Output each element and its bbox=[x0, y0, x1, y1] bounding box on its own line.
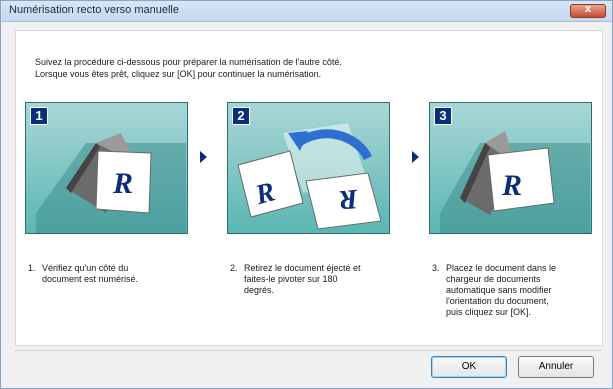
step-2-badge: 2 bbox=[232, 107, 250, 125]
cancel-button[interactable]: Annuler bbox=[518, 356, 594, 378]
button-separator bbox=[15, 350, 601, 351]
close-button[interactable]: x bbox=[570, 3, 606, 18]
dialog-window: Numérisation recto verso manuelle x Suiv… bbox=[0, 0, 613, 389]
step-text-line: Placez le document dans le bbox=[446, 263, 557, 273]
ok-button[interactable]: OK bbox=[431, 356, 507, 378]
window-title: Numérisation recto verso manuelle bbox=[9, 4, 179, 16]
scanner-illustration-3: R bbox=[440, 131, 590, 233]
svg-text:R: R bbox=[112, 167, 133, 200]
step-2-number: 2. bbox=[230, 263, 238, 273]
step-3-badge: 3 bbox=[434, 107, 452, 125]
content-panel: Suivez la procédure ci-dessous pour prép… bbox=[15, 30, 603, 346]
svg-text:R: R bbox=[338, 183, 360, 216]
instruction-line-2: Lorsque vous êtes prêt, cliquez sur [OK]… bbox=[35, 69, 322, 79]
instructions: Suivez la procédure ci-dessous pour prép… bbox=[35, 56, 342, 80]
step-2-illustration: R R 2 bbox=[227, 102, 390, 234]
step-arrow-icon bbox=[200, 151, 207, 163]
step-text-line: document est numérisé. bbox=[42, 274, 139, 284]
step-3-illustration: R 3 bbox=[429, 102, 592, 234]
close-icon: x bbox=[584, 3, 592, 15]
step-1-badge: 1 bbox=[30, 107, 48, 125]
step-text-line: faites-le pivoter sur 180 bbox=[244, 274, 338, 284]
step-arrow-icon bbox=[412, 151, 419, 163]
step-text-line: automatique sans modifier bbox=[446, 285, 552, 295]
step-2-text: Retirez le document éjecté et faites-le … bbox=[244, 263, 361, 296]
step-text-line: l'orientation du document, bbox=[446, 296, 549, 306]
title-bar[interactable]: Numérisation recto verso manuelle x bbox=[1, 1, 612, 22]
step-3-number: 3. bbox=[432, 263, 440, 273]
step-text-line: degrés. bbox=[244, 285, 275, 295]
rotate-document-illustration: R R bbox=[237, 123, 382, 230]
instruction-line-1: Suivez la procédure ci-dessous pour prép… bbox=[35, 57, 342, 67]
step-text-line: puis cliquez sur [OK]. bbox=[446, 307, 532, 317]
step-1-text: Vérifiez qu'un côté du document est numé… bbox=[42, 263, 138, 285]
step-text-line: chargeur de documents bbox=[446, 274, 541, 284]
step-1-number: 1. bbox=[28, 263, 36, 273]
step-1-illustration: R 1 bbox=[25, 102, 188, 234]
svg-text:R: R bbox=[501, 169, 522, 202]
scanner-illustration-1: R bbox=[36, 133, 186, 233]
step-3-text: Placez le document dans le chargeur de d… bbox=[446, 263, 556, 318]
step-text-line: Vérifiez qu'un côté du bbox=[42, 263, 129, 273]
step-text-line: Retirez le document éjecté et bbox=[244, 263, 361, 273]
